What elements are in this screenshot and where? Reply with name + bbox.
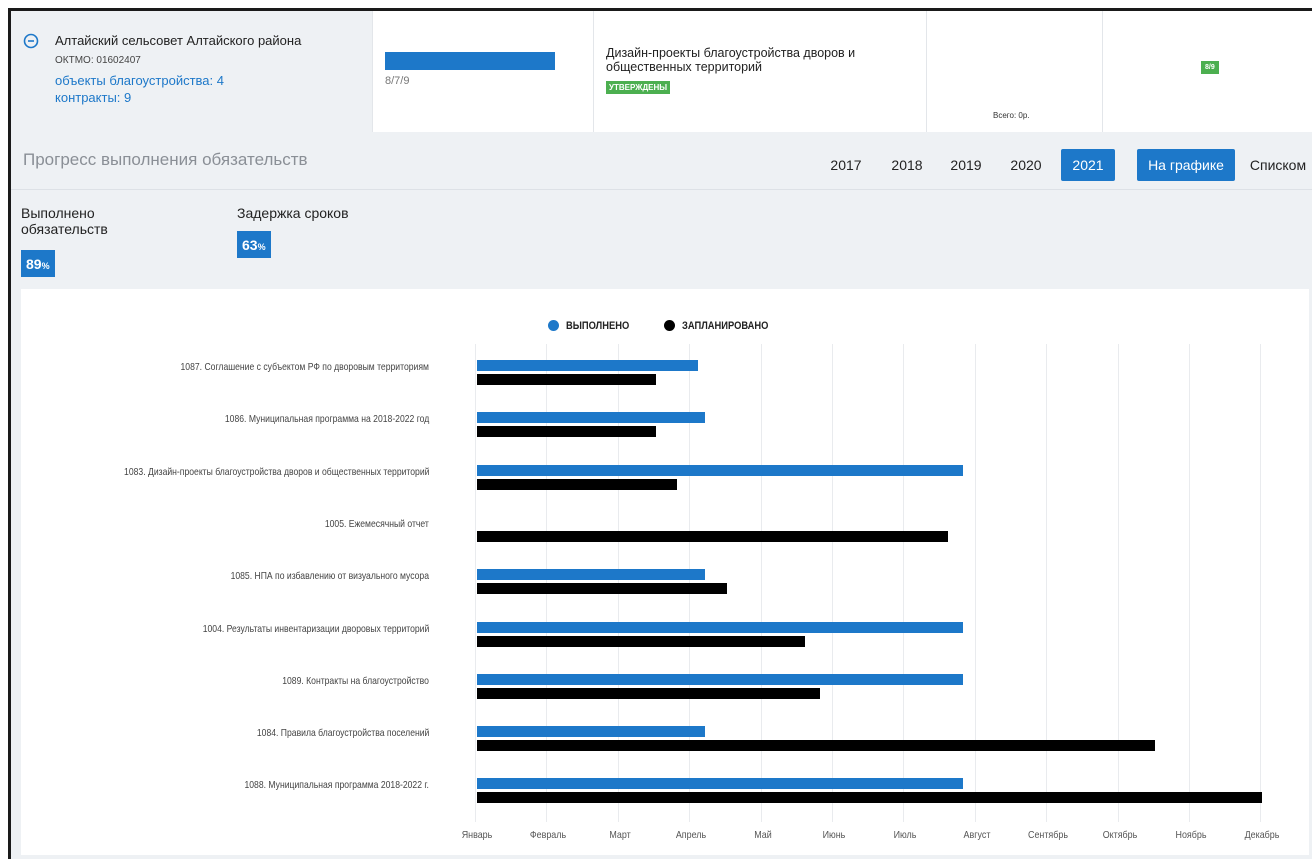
collapse-icon[interactable] (23, 33, 39, 49)
chart-view-button[interactable]: На графике (1137, 149, 1235, 181)
org-card: Алтайский сельсовет Алтайского района ОК… (11, 11, 373, 132)
bar-planned[interactable] (477, 687, 820, 699)
bar-planned[interactable] (477, 374, 656, 385)
badge-cell: 8/9 (1103, 11, 1312, 132)
year-2020-button[interactable]: 2020 (1003, 149, 1049, 181)
summary-row: Алтайский сельсовет Алтайского района ОК… (11, 11, 1312, 132)
done-value-badge: 89% (21, 250, 55, 277)
progress-cell: 8/7/9 (373, 11, 594, 132)
gridline (475, 344, 476, 822)
bar-planned[interactable] (477, 792, 1263, 804)
year-2017-button[interactable]: 2017 (823, 149, 869, 181)
bar-planned[interactable] (477, 583, 727, 595)
document-cell: Дизайн-проекты благоустройства дворов и … (594, 11, 927, 132)
category-label: 1088. Муниципальная программа 2018-2022 … (244, 779, 429, 792)
x-tick-label: Июль (893, 829, 917, 841)
delay-value-badge: 63% (237, 231, 271, 258)
year-2019-button[interactable]: 2019 (943, 149, 989, 181)
x-tick-label: Май (753, 829, 772, 841)
bar-done[interactable] (477, 360, 699, 371)
year-2021-button[interactable]: 2021 (1061, 149, 1115, 181)
x-tick-label: Июнь (822, 829, 846, 841)
bar-done[interactable] (477, 778, 963, 790)
category-label: 1089. Контракты на благоустройство (282, 674, 429, 687)
objects-link[interactable]: объекты благоустройства: 4 (55, 73, 224, 88)
legend-planned: ЗАПЛАНИРОВАНО (682, 320, 769, 332)
done-label-line1: Выполнено (21, 205, 95, 221)
progress-label: 8/7/9 (385, 75, 410, 87)
contracts-link[interactable]: контракты: 9 (55, 90, 131, 105)
category-label: 1085. НПА по избавлению от визуального м… (230, 570, 429, 583)
bar-planned[interactable] (477, 740, 1156, 752)
status-badge: УТВЕРЖДЕНЫ (606, 81, 671, 94)
total-label: Всего: 0р. (993, 111, 1030, 120)
category-label: 1005. Ежемесячный отчет (324, 517, 429, 530)
category-label: 1086. Муниципальная программа на 2018-20… (224, 413, 429, 426)
done-pct: % (41, 261, 50, 271)
delay-value: 63 (242, 237, 258, 253)
category-label: 1087. Соглашение с субъектом РФ по дворо… (180, 361, 429, 373)
done-label: Выполнено обязательств (21, 205, 108, 237)
x-tick-label: Апрель (676, 829, 707, 841)
x-tick-label: Декабрь (1244, 829, 1280, 841)
gridline (1260, 344, 1262, 822)
year-2018-button[interactable]: 2018 (884, 149, 930, 181)
bar-done[interactable] (477, 569, 706, 581)
progress-bar (385, 52, 555, 70)
legend-planned-marker (664, 320, 675, 331)
org-name: Алтайский сельсовет Алтайского района (55, 33, 302, 48)
delay-pct: % (257, 242, 266, 252)
category-label: 1083. Дизайн-проекты благоустройства дво… (123, 465, 429, 478)
bar-done[interactable] (477, 464, 963, 476)
done-label-line2: обязательств (21, 221, 108, 237)
bar-done[interactable] (477, 726, 706, 738)
oktmo-code: ОКТМО: 01602407 (55, 55, 141, 66)
bar-done[interactable] (477, 673, 963, 685)
document-title: Дизайн-проекты благоустройства дворов и … (606, 46, 856, 74)
progress-chart: ВЫПОЛНЕНО ЗАПЛАНИРОВАНО Январь Февраль Мар… (21, 289, 1309, 855)
category-label: 1084. Правила благоустройства поселений (256, 727, 429, 740)
bar-done[interactable] (477, 412, 706, 424)
legend-done-marker (548, 320, 559, 331)
x-tick-label: Март (609, 829, 631, 841)
bar-planned[interactable] (477, 478, 677, 490)
category-label: 1004. Результаты инвентаризации дворовых… (202, 622, 429, 635)
bar-planned[interactable] (477, 530, 949, 542)
bar-done[interactable] (477, 621, 963, 633)
bar-planned[interactable] (477, 426, 656, 438)
x-tick-label: Февраль (530, 829, 567, 841)
list-view-button[interactable]: Списком (1241, 149, 1312, 181)
legend-done: ВЫПОЛНЕНО (566, 320, 630, 332)
gridline (1189, 344, 1190, 822)
x-tick-label: Август (963, 829, 991, 841)
x-tick-label: Октябрь (1102, 829, 1137, 841)
page-title: Прогресс выполнения обязательств (23, 150, 308, 169)
x-tick-label: Сентябрь (1028, 829, 1069, 841)
content-frame: Алтайский сельсовет Алтайского района ОК… (8, 8, 1312, 859)
done-value: 89 (26, 256, 42, 272)
count-badge: 8/9 (1201, 61, 1219, 74)
x-tick-label: Январь (461, 829, 493, 841)
bar-planned[interactable] (477, 635, 806, 647)
total-cell: Всего: 0р. (927, 11, 1103, 132)
delay-label: Задержка сроков (237, 205, 349, 221)
x-tick-label: Ноябрь (1175, 829, 1207, 841)
progress-header: Прогресс выполнения обязательств 2017 20… (11, 132, 1312, 190)
